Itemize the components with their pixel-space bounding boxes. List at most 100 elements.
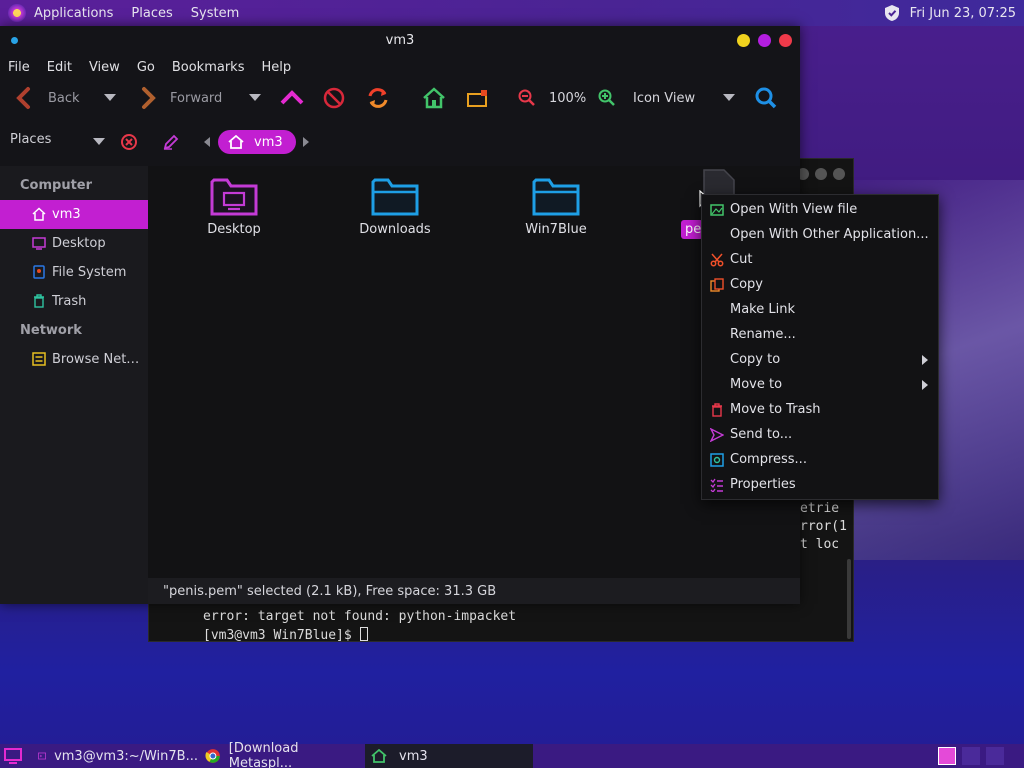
breadcrumb-vm3[interactable]: vm3 — [218, 130, 296, 154]
reload-button[interactable] — [366, 80, 390, 116]
file-manager-window: vm3 File Edit View Go Bookmarks Help Bac… — [0, 26, 800, 604]
sidebar-item-file-system[interactable]: File System — [0, 258, 148, 287]
task-browser[interactable]: [Download Metaspl... — [200, 741, 364, 768]
window-menu-dot-icon[interactable] — [11, 37, 18, 44]
terminal-error-line: error: target not found: python-impacket — [203, 609, 517, 624]
desktop-icon — [4, 748, 22, 764]
zoom-in-icon — [598, 89, 615, 106]
chrome-icon — [205, 749, 220, 763]
minimize-button[interactable] — [737, 34, 750, 47]
forward-button[interactable]: Forward — [136, 80, 222, 116]
menu-go[interactable]: Go — [137, 60, 155, 75]
menu-item-move-to-trash[interactable]: Move to Trash — [702, 397, 938, 422]
workspace-switcher-3[interactable] — [986, 744, 1006, 768]
menu-item-rename[interactable]: Rename... — [702, 322, 938, 347]
home-icon — [228, 135, 244, 149]
back-button[interactable]: Back — [14, 80, 80, 116]
crumb-left-arrow-icon[interactable] — [203, 137, 211, 147]
sidebar-item-vm3[interactable]: vm3 — [0, 200, 148, 229]
menu-help[interactable]: Help — [261, 60, 291, 75]
menu-edit[interactable]: Edit — [47, 60, 72, 75]
sidebar-item-label: Desktop — [52, 236, 106, 251]
chevron-down-icon — [723, 94, 735, 101]
workspace-switcher-active[interactable] — [938, 744, 958, 768]
clock[interactable]: Fri Jun 23, 07:25 — [910, 6, 1016, 21]
terminal-prompt-line[interactable]: [vm3@vm3 Win7Blue]$ — [203, 627, 368, 643]
applications-logo-icon[interactable] — [8, 4, 26, 22]
menu-item-cut[interactable]: Cut — [702, 247, 938, 272]
system-menu[interactable]: System — [191, 6, 239, 21]
menu-bookmarks[interactable]: Bookmarks — [172, 60, 245, 75]
menu-item-properties[interactable]: Properties — [702, 472, 938, 497]
sidebar-item-browse-network[interactable]: Browse Net… — [0, 345, 148, 374]
reload-icon — [368, 88, 388, 108]
applications-menu[interactable]: Applications — [34, 6, 113, 21]
home-icon — [423, 87, 445, 109]
zoom-in-button[interactable] — [598, 80, 616, 116]
network-icon — [32, 352, 46, 366]
menu-item-compress[interactable]: Compress... — [702, 447, 938, 472]
edit-location-icon[interactable] — [162, 133, 180, 151]
menu-view[interactable]: View — [89, 60, 120, 75]
menu-item-copy[interactable]: Copy — [702, 272, 938, 297]
view-mode-select[interactable]: Icon View — [633, 80, 695, 116]
terminal-button-dot[interactable] — [833, 168, 845, 180]
menu-item-label: Properties — [730, 477, 796, 492]
menu-item-open-with-other[interactable]: Open With Other Application... — [702, 222, 938, 247]
menu-item-make-link[interactable]: Make Link — [702, 297, 938, 322]
workspace-3-icon — [986, 747, 1004, 765]
view-mode-dropdown[interactable] — [723, 80, 735, 116]
crumb-right-arrow-icon[interactable] — [302, 137, 310, 147]
properties-icon — [710, 478, 723, 492]
places-dropdown-label[interactable]: Places — [10, 132, 51, 147]
menu-item-label: Move to Trash — [730, 402, 821, 417]
sidebar-item-trash[interactable]: Trash — [0, 287, 148, 316]
home-button[interactable] — [422, 80, 446, 116]
maximize-button[interactable] — [758, 34, 771, 47]
location-bar: Places vm3 — [0, 116, 800, 166]
task-label: vm3@vm3:~/Win7B... — [54, 748, 198, 764]
computer-button[interactable] — [466, 80, 490, 116]
terminal-scrollbar[interactable] — [847, 559, 851, 639]
zoom-level[interactable]: 100% — [549, 80, 586, 116]
close-pane-icon[interactable] — [120, 133, 138, 151]
folder-desktop-icon — [210, 178, 258, 216]
menu-item-send-to[interactable]: Send to... — [702, 422, 938, 447]
forward-label: Forward — [170, 90, 223, 106]
chevron-down-icon[interactable] — [93, 138, 105, 146]
menu-item-open-with-view-file[interactable]: Open With View file — [702, 197, 938, 222]
task-terminal[interactable]: vm3@vm3:~/Win7B... — [30, 744, 198, 768]
window-controls — [737, 34, 792, 47]
stop-button[interactable] — [323, 80, 345, 116]
file-item-win7blue[interactable]: Win7Blue — [496, 174, 616, 237]
breadcrumb-label: vm3 — [254, 134, 283, 150]
menu-file[interactable]: File — [8, 60, 30, 75]
menu-item-move-to[interactable]: Move to — [702, 372, 938, 397]
menu-item-label: Rename... — [730, 327, 796, 342]
zoom-out-button[interactable] — [518, 80, 536, 116]
sidebar-item-desktop[interactable]: Desktop — [0, 229, 148, 258]
computer-icon — [467, 90, 487, 107]
shield-icon[interactable] — [884, 4, 900, 22]
task-label: vm3 — [399, 748, 428, 764]
menubar: File Edit View Go Bookmarks Help — [0, 54, 800, 80]
search-button[interactable] — [754, 80, 778, 116]
back-history-dropdown[interactable] — [104, 80, 116, 116]
places-menu[interactable]: Places — [131, 6, 172, 21]
sidebar-item-label: File System — [52, 265, 127, 280]
file-item-downloads[interactable]: Downloads — [335, 174, 455, 237]
workspace-switcher-2[interactable] — [962, 744, 982, 768]
task-file-manager[interactable]: vm3 — [365, 744, 533, 768]
forward-history-dropdown[interactable] — [249, 80, 261, 116]
close-button[interactable] — [779, 34, 792, 47]
window-titlebar[interactable]: vm3 — [0, 26, 800, 54]
terminal-button-dot[interactable] — [815, 168, 827, 180]
trash-icon — [34, 294, 44, 308]
menu-item-copy-to[interactable]: Copy to — [702, 347, 938, 372]
stop-icon — [323, 87, 345, 109]
workspace-2-icon — [962, 747, 980, 765]
up-button[interactable] — [280, 80, 304, 116]
show-desktop-button[interactable] — [4, 744, 26, 768]
selected-file-label[interactable]: pe — [681, 220, 703, 239]
file-item-desktop[interactable]: Desktop — [174, 174, 294, 237]
